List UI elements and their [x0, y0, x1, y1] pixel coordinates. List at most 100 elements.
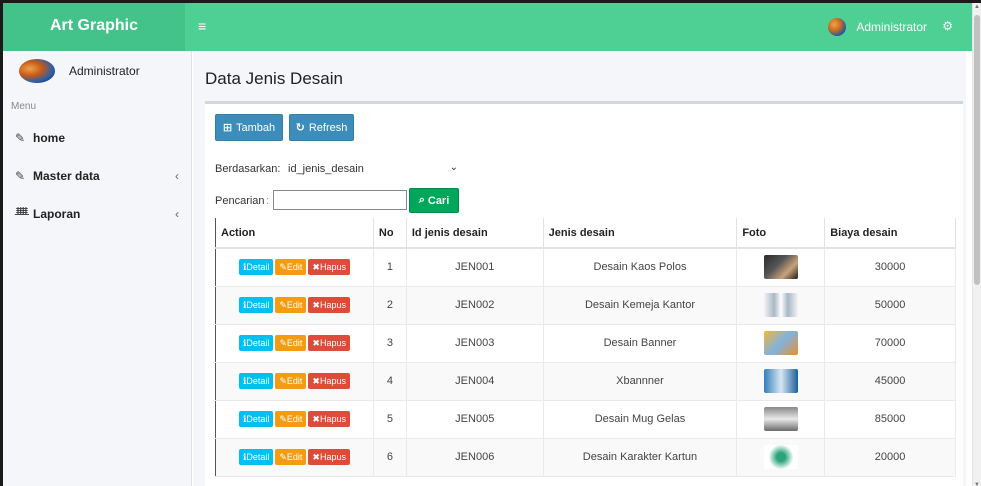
brand-logo[interactable]: Art Graphic	[3, 3, 185, 51]
row-actions: ℹ Detail ✎ Edit ✖ Hapus	[215, 324, 374, 363]
edit-button[interactable]: ✎ Edit	[275, 373, 307, 389]
table-row: ℹ Detail ✎ Edit ✖ Hapus 5 JEN005 Desain M…	[215, 400, 956, 439]
cell-id: JEN002	[406, 286, 544, 325]
delete-button[interactable]: ✖ Hapus	[308, 373, 350, 389]
edit-icon: ✎	[279, 413, 287, 424]
close-icon: ✖	[312, 451, 320, 462]
detail-button[interactable]: ℹ Detail	[238, 259, 274, 276]
column-header-jenis: Jenis desain	[543, 218, 738, 249]
edit-button[interactable]: ✎ Edit	[275, 449, 307, 465]
detail-button[interactable]: ℹ Detail	[238, 411, 274, 427]
detail-label: Detail	[246, 300, 270, 310]
cell-biaya: 30000	[824, 248, 956, 287]
detail-label: Detail	[246, 338, 270, 348]
close-icon: ✖	[312, 337, 320, 348]
table-row: ℹ Detail ✎ Edit ✖ Hapus 3 JEN003 Desain B…	[215, 324, 956, 363]
delete-button[interactable]: ✖ Hapus	[308, 335, 350, 351]
edit-icon: ✎	[15, 131, 26, 145]
sidebar-item-master-data[interactable]: ✎ Master data ‹	[3, 157, 191, 195]
edit-icon: ✎	[279, 451, 287, 462]
column-header-action: Action	[215, 218, 374, 249]
page-title: Data Jenis Desain	[205, 69, 343, 88]
edit-label: Edit	[286, 452, 303, 462]
cell-foto	[736, 324, 826, 363]
sidebar-item-home[interactable]: ✎ home	[3, 119, 191, 157]
cell-no: 3	[373, 324, 407, 363]
cell-id: JEN005	[406, 400, 544, 439]
add-button[interactable]: ⊞ Tambah	[215, 114, 283, 141]
cell-biaya: 85000	[824, 400, 956, 439]
sidebar-item-label: Laporan	[33, 207, 81, 221]
row-actions: ℹ Detail ✎ Edit ✖ Hapus	[215, 438, 374, 477]
tshirt-photo[interactable]	[763, 255, 798, 280]
close-icon: ✖	[312, 413, 320, 424]
scroll-down-icon[interactable]: ▼	[974, 482, 980, 486]
cell-id: JEN006	[406, 438, 544, 477]
cell-foto	[736, 400, 826, 439]
close-icon: ✖	[312, 299, 320, 310]
table-row: ℹ Detail ✎ Edit ✖ Hapus 4 JEN004 Xbannner…	[215, 362, 956, 401]
table-header-row: Action No Id jenis desain Jenis desain F…	[215, 218, 956, 249]
cell-id: JEN003	[406, 324, 544, 363]
delete-label: Hapus	[319, 262, 346, 273]
edit-button[interactable]: ✎ Edit	[275, 335, 307, 351]
mug-photo[interactable]	[763, 407, 798, 431]
detail-button[interactable]: ℹ Detail	[238, 449, 274, 465]
delete-button[interactable]: ✖ Hapus	[308, 411, 350, 427]
detail-button[interactable]: ℹ Detail	[238, 335, 274, 351]
app-window: Art Graphic ≡ Administrator ⚙ Administra…	[0, 0, 981, 486]
column-header-foto: Foto	[736, 218, 826, 249]
sidebar-item-laporan[interactable]: ᚙ Laporan ‹	[3, 195, 191, 233]
avatar	[828, 18, 847, 36]
cell-biaya: 45000	[824, 362, 956, 401]
edit-button[interactable]: ✎ Edit	[275, 297, 307, 313]
table-row: ℹ Detail ✎ Edit ✖ Hapus 2 JEN002 Desain K…	[215, 286, 956, 325]
menu-toggle-icon[interactable]: ≡	[198, 3, 206, 51]
sidebar: Administrator Menu ✎ home ✎ Master data …	[3, 51, 192, 486]
chevron-left-icon: ‹	[175, 207, 179, 221]
edit-label: Edit	[286, 300, 303, 310]
delete-label: Hapus	[319, 376, 346, 386]
cartoon-photo[interactable]	[763, 445, 798, 469]
detail-button[interactable]: ℹ Detail	[238, 373, 274, 389]
edit-icon: ✎	[279, 261, 287, 272]
add-button-label: Tambah	[236, 121, 276, 134]
delete-button[interactable]: ✖ Hapus	[308, 297, 350, 313]
cell-jenis: Xbannner	[543, 362, 738, 401]
page-scrollbar[interactable]: ▲ ▼	[972, 3, 981, 486]
edit-button[interactable]: ✎ Edit	[275, 259, 307, 276]
filter-field-select[interactable]: id_jenis_desain ⌄	[283, 158, 463, 180]
delete-label: Hapus	[319, 338, 346, 348]
xbanner-photo[interactable]	[763, 369, 798, 393]
delete-button[interactable]: ✖ Hapus	[308, 259, 350, 276]
sidebar-user-panel: Administrator	[3, 51, 191, 91]
delete-button[interactable]: ✖ Hapus	[308, 449, 350, 465]
search-input[interactable]	[273, 190, 407, 210]
gears-icon[interactable]: ⚙	[942, 3, 953, 51]
edit-icon: ✎	[279, 375, 287, 386]
edit-button[interactable]: ✎ Edit	[275, 411, 307, 427]
detail-button[interactable]: ℹ Detail	[238, 297, 274, 313]
table-row: ℹ Detail ✎ Edit ✖ Hapus 6 JEN006 Desain K…	[215, 438, 956, 477]
shirt-photo[interactable]	[763, 293, 798, 317]
detail-label: Detail	[246, 376, 270, 386]
scrollbar-thumb[interactable]	[974, 15, 980, 285]
table-row: ℹ Detail ✎ Edit ✖ Hapus 1 JEN001 Desain K…	[215, 248, 956, 287]
refresh-icon: ↻	[295, 122, 305, 134]
row-actions: ℹ Detail ✎ Edit ✖ Hapus	[215, 400, 374, 439]
refresh-button-label: Refresh	[308, 121, 348, 134]
cell-biaya: 20000	[824, 438, 956, 477]
sidebar-user-name: Administrator	[69, 64, 140, 78]
banner-photo[interactable]	[763, 331, 798, 355]
chevron-left-icon: ‹	[175, 169, 179, 183]
data-card: ⊞ Tambah ↻ Refresh Berdasarkan: id_jenis…	[205, 101, 963, 486]
delete-label: Hapus	[319, 414, 346, 424]
sidebar-item-label: Master data	[33, 169, 100, 183]
user-menu[interactable]: Administrator	[828, 3, 927, 51]
refresh-button[interactable]: ↻ Refresh	[289, 114, 354, 141]
delete-label: Hapus	[319, 452, 346, 462]
search-button[interactable]: ⌕ Cari	[409, 188, 459, 213]
scroll-up-icon[interactable]: ▲	[974, 4, 980, 10]
edit-label: Edit	[286, 338, 303, 348]
user-menu-name: Administrator	[856, 20, 927, 34]
